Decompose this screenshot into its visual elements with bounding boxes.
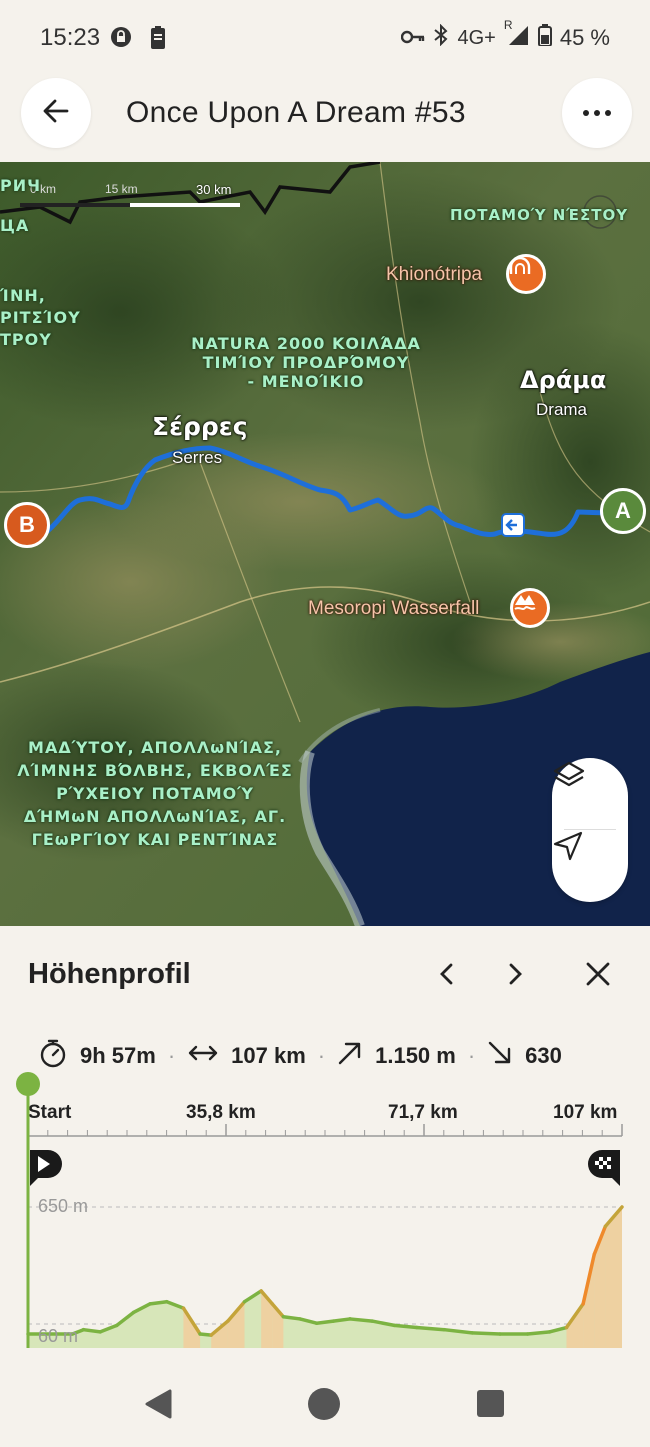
my-location-button[interactable] [552,830,628,900]
map-label-top-left-2: ЦА [0,216,30,235]
elevation-line-segment [392,1323,419,1330]
nav-recents-button[interactable] [477,1390,504,1417]
chevron-right-icon [508,962,524,991]
horizontal-arrows-icon [187,1043,219,1069]
map-label-left-region-2: ΡΙΤΣΊΟΥ [0,308,81,327]
y-max-label: 650 m [38,1196,89,1216]
arrow-up-right-icon [337,1040,363,1072]
close-icon [585,961,611,992]
signal-icon: R [504,18,530,52]
back-button[interactable] [21,78,91,148]
start-flag-icon [28,1148,64,1193]
elevation-line-segment [81,1327,102,1334]
elevation-profile-chart[interactable]: Start 35,8 km 71,7 km 107 km 650 m 60 m [0,1072,650,1352]
progress-position-marker[interactable] [16,1072,40,1096]
city-label-drama: Δράμα [520,366,607,394]
stat-descent: 630 [487,1040,562,1072]
map-label-natura: NATURA 2000 ΚΟΙΛΆΔΑ ΤΙΜΊΟΥ ΠΡΟΔΡΌΜΟΥ - Μ… [191,334,421,391]
close-button[interactable] [578,956,618,996]
stopwatch-icon [38,1038,68,1074]
poi-label-khionotripa[interactable]: Khionótripa [386,264,482,286]
route-map[interactable]: 0 km 15 km 30 km РИЧ ЦА ΊΝΗ, ΡΙΤΣΊΟΥ ΤΡΟ… [0,162,650,926]
stat-duration: 9h 57m [38,1038,156,1074]
chevron-left-icon [438,962,454,991]
route-stats: 9h 57m · 107 km · 1.150 m · 630 [38,1038,650,1074]
arrow-left-icon [42,97,70,130]
stat-distance: 107 km [187,1043,306,1069]
vpn-icon [110,26,132,53]
elevation-line-segment [470,1331,502,1336]
clipboard-icon [150,26,166,55]
map-controls [552,758,628,902]
arrow-down-right-icon [487,1040,513,1072]
status-bar: 15:23 4G+ R 45 % [0,0,650,78]
elevation-line-segment [148,1299,169,1306]
next-button[interactable] [496,956,536,996]
battery-percent: 45 % [559,25,610,50]
map-scale-bar: 0 km 15 km 30 km [20,182,240,212]
elevation-line-segment [281,1315,302,1321]
poi-label-mesoropi[interactable]: Mesoropi Wasserfall [308,598,479,620]
steep-section [605,1207,622,1348]
previous-button[interactable] [426,956,466,996]
city-label-serres: Σέρρες [152,412,248,441]
page-title: Once Upon A Dream #53 [126,96,466,129]
map-label-left-region-3: ΤΡΟΥ [0,330,52,349]
map-label-top-left-1: РИЧ [0,176,42,195]
route-start-marker[interactable]: A [600,488,646,534]
elevation-line-segment [414,1325,447,1332]
poi-marker-mesoropi[interactable] [510,588,550,628]
elevation-line-segment [525,1330,552,1336]
map-layers-button[interactable] [552,760,628,830]
more-dots-icon [582,104,612,122]
more-options-button[interactable] [562,78,632,148]
y-min-label: 60 m [38,1326,79,1346]
city-sublabel-drama: Drama [536,400,588,419]
nav-home-button[interactable] [308,1388,340,1420]
poi-marker-khionotripa[interactable] [506,254,546,294]
route-end-marker[interactable]: B [4,502,50,548]
map-label-river-nestou: ΠΟΤΑΜΟΎ ΝΈΣΤΟΥ [450,206,629,224]
battery-icon [537,24,552,52]
elevation-line-segment [331,1317,352,1323]
nav-back-icon [142,1389,174,1424]
elevation-line-segment [314,1319,336,1325]
panel-title: Höhenprofil [28,958,191,990]
network-type: 4G+ [457,26,496,49]
status-time: 15:23 [40,24,101,51]
map-label-left-region-1: ΊΝΗ, [0,286,46,305]
header-bar: Once Upon A Dream #53 [0,70,650,162]
map-label-madytos: ΜΑΔΎΤΟΥ, ΑΠΟΛΛωΝΊΑΣ, ΛΊΜΝΗΣ ΒΌΛΒΗΣ, ΕΚΒΟ… [17,738,293,849]
system-nav-bar [0,1366,650,1447]
stat-ascent: 1.150 m [337,1040,456,1072]
key-icon [401,25,425,51]
elevation-line-segment [348,1317,374,1323]
steep-section [227,1301,245,1348]
finish-flag-icon [586,1148,622,1193]
nav-back-button[interactable] [142,1388,178,1424]
elevation-profile-plot [26,1084,624,1348]
city-sublabel-serres: Serres [172,448,223,467]
bluetooth-icon [433,23,449,52]
